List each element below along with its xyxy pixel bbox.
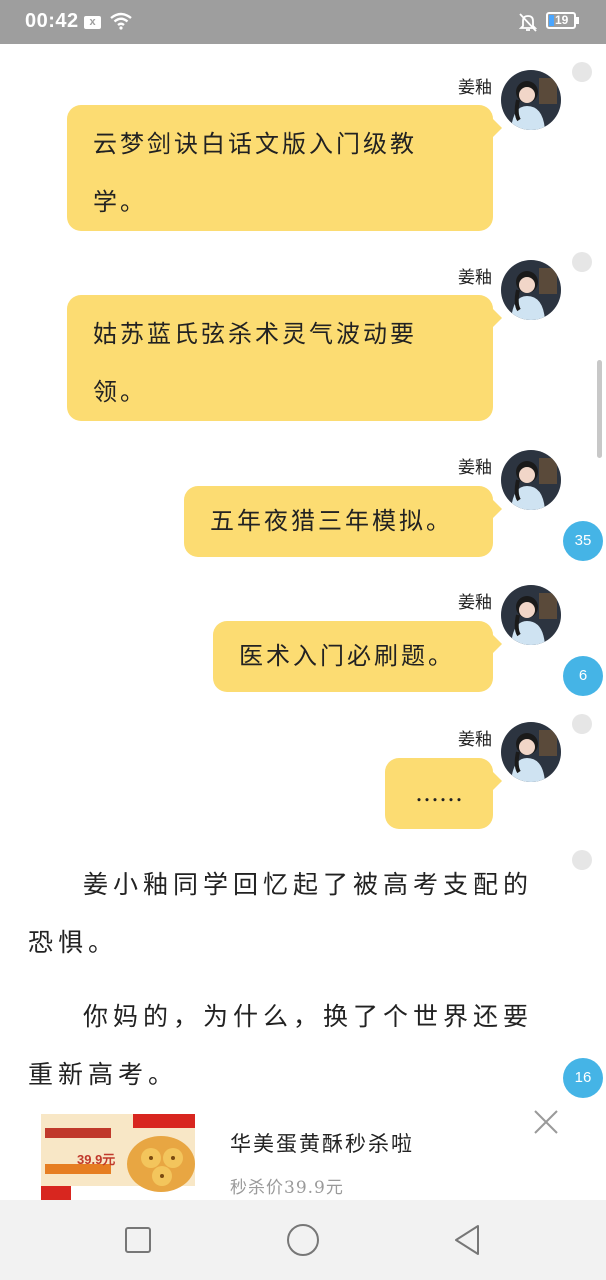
status-bar: 00:42 x 19 [0, 0, 606, 44]
close-icon[interactable] [532, 1108, 560, 1136]
avatar[interactable] [501, 585, 561, 645]
sender-name: 姜釉 [458, 268, 492, 288]
clock: 00:42 [25, 10, 79, 32]
home-icon[interactable] [283, 1220, 323, 1260]
scrollbar[interactable] [597, 360, 602, 458]
message-bubble[interactable]: 姑苏蓝氏弦杀术灵气波动要领。 [67, 295, 493, 421]
battery-level: 19 [555, 13, 569, 27]
message-text: 姑苏蓝氏弦杀术灵气波动要领。 [93, 320, 417, 406]
message-text: …… [415, 779, 463, 807]
narrative-paragraph: 姜小釉同学回忆起了被高考支配的恐惧。 [28, 870, 534, 957]
ad-price: 秒杀价39.9元 [230, 1178, 344, 1198]
message-bubble[interactable]: 医术入门必刷题。 [213, 621, 493, 692]
avatar[interactable] [501, 450, 561, 510]
message-text: 医术入门必刷题。 [239, 642, 455, 670]
message-bubble[interactable]: …… [385, 758, 493, 829]
sender-name: 姜釉 [458, 593, 492, 613]
status-dot [572, 252, 592, 272]
back-icon[interactable] [448, 1220, 488, 1260]
close-notification-icon: x [84, 16, 101, 29]
wifi-icon [110, 12, 132, 30]
bell-muted-icon [518, 13, 538, 32]
sender-name: 姜釉 [458, 78, 492, 98]
recent-apps-icon[interactable] [118, 1220, 158, 1260]
message-text: 五年夜猎三年模拟。 [210, 507, 453, 535]
status-dot [572, 62, 592, 82]
narrative-paragraph: 你妈的，为什么，换了个世界还要重新高考。 [28, 1002, 534, 1089]
status-dot [572, 714, 592, 734]
battery-icon: 19 [546, 12, 576, 29]
comment-count-badge[interactable]: 6 [563, 656, 603, 696]
sender-name: 姜釉 [458, 730, 492, 750]
comment-count-badge[interactable]: 35 [563, 521, 603, 561]
message-text: 云梦剑诀白话文版入门级教学。 [93, 130, 417, 216]
comment-count-badge[interactable]: 16 [563, 1058, 603, 1098]
status-dot [572, 850, 592, 870]
ad-title[interactable]: 华美蛋黄酥秒杀啦 [230, 1128, 414, 1158]
message-bubble[interactable]: 云梦剑诀白话文版入门级教学。 [67, 105, 493, 231]
navigation-bar [0, 1200, 606, 1280]
avatar[interactable] [501, 722, 561, 782]
avatar[interactable] [501, 70, 561, 130]
avatar[interactable] [501, 260, 561, 320]
message-bubble[interactable]: 五年夜猎三年模拟。 [184, 486, 493, 557]
ad-image-caption: 39.9元 [77, 1152, 116, 1167]
ad-image[interactable]: 39.9元 [41, 1114, 195, 1200]
sender-name: 姜釉 [458, 458, 492, 478]
